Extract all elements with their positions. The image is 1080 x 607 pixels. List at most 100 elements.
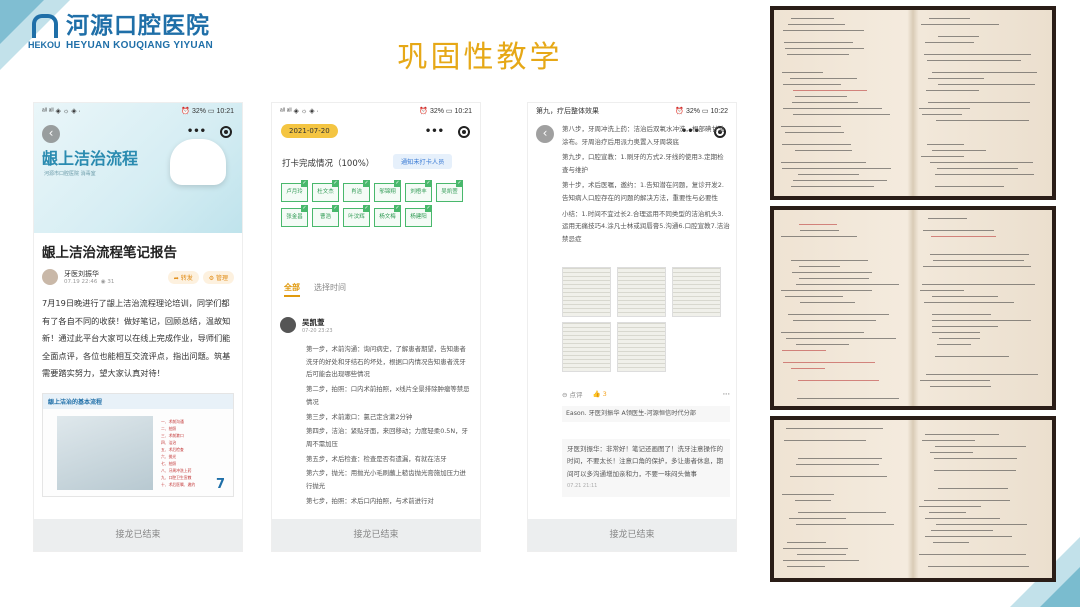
- handwriting-stroke: [934, 446, 1026, 447]
- handwriting-stroke: [936, 344, 971, 345]
- step-text: 第七步，拍照：术后口内拍照，与术前进行对: [306, 496, 434, 505]
- handwriting-stroke: [781, 126, 841, 127]
- handwriting-stroke: [924, 302, 1015, 303]
- handwriting-stroke: [938, 488, 1009, 489]
- more-menu-icon[interactable]: •••: [187, 126, 206, 137]
- member-chip[interactable]: 肖洁: [343, 180, 370, 202]
- checkin-status: 打卡完成情况（100%）: [282, 159, 375, 169]
- handwriting-stroke: [787, 566, 825, 567]
- share-button[interactable]: ➦ 转发: [167, 270, 199, 284]
- post-steps: 第一步，术前沟通：询问病史，了解患者期望，告知患者洗牙的好处和牙结石的坏处，根据…: [306, 343, 472, 509]
- close-miniapp-icon[interactable]: [220, 126, 232, 138]
- handwriting-stroke: [784, 132, 844, 133]
- comment-button[interactable]: ⊖ 点评: [562, 389, 583, 399]
- notify-unchecked-button[interactable]: 通知未打卡人员: [393, 154, 453, 169]
- attached-slide-image[interactable]: 龈上洁治的基本流程 一、术前沟通 二、拍照 三、术前漱口 四、洁治 五、术后检查 六、抛光…: [42, 392, 234, 497]
- handwriting-stroke: [938, 338, 980, 339]
- handwriting-stroke: [934, 186, 1005, 187]
- handwriting-stroke: [798, 278, 869, 279]
- note-photo-thumbnail[interactable]: [562, 322, 611, 372]
- step-text: 第四步，洁治：紧贴牙面，来回移动；力度轻柔0.5N，牙周不需加压: [306, 427, 468, 448]
- handwriting-stroke: [921, 284, 1036, 285]
- handwriting-stroke: [935, 120, 1030, 121]
- tab-select-time[interactable]: 选择时间: [314, 282, 346, 297]
- handwriting-stroke: [924, 434, 999, 435]
- reply-text: 牙医刘振华：非常好！笔记还画图了！洗牙注意操作的时间，不要太长！注意口角的保护，…: [567, 445, 723, 478]
- handwriting-stroke: [780, 236, 858, 237]
- handwriting-stroke: [782, 108, 883, 109]
- handwriting-stroke: [931, 530, 994, 531]
- like-button[interactable]: 👍 3: [593, 390, 607, 398]
- chain-ended-footer: 接龙已结束: [34, 519, 242, 551]
- handwriting-stroke: [783, 440, 866, 441]
- handwriting-stroke: [928, 218, 967, 219]
- handwriting-stroke: [799, 230, 840, 231]
- step-text: 第五步，术后检查：检查是否有遗漏，有就在洁牙: [306, 454, 447, 463]
- note-photo-thumbnail[interactable]: [672, 267, 721, 317]
- handwriting-stroke: [791, 186, 874, 187]
- avatar[interactable]: [42, 269, 58, 285]
- filter-tabs: 全部 选择时间: [284, 282, 346, 297]
- date-selector[interactable]: 2021-07-20: [281, 124, 338, 138]
- manage-button[interactable]: ⚙ 管理: [202, 270, 234, 284]
- member-chip[interactable]: 刘梧丰: [405, 180, 432, 202]
- handwriting-stroke: [798, 266, 841, 267]
- handwritten-notes-photo: [770, 206, 1056, 410]
- handwriting-stroke: [791, 102, 859, 103]
- notebook-page: [774, 10, 1052, 196]
- more-menu-icon[interactable]: •••: [425, 126, 444, 137]
- close-miniapp-icon[interactable]: [458, 126, 470, 138]
- member-chip[interactable]: 邬锦翔: [374, 180, 401, 202]
- handwriting-stroke: [792, 272, 872, 273]
- handwriting-stroke: [931, 72, 1037, 73]
- step-text: 第三步，术前漱口：氯己定含漱2分钟: [306, 412, 413, 421]
- member-chip[interactable]: 曹浩: [312, 205, 339, 227]
- handwriting-stroke: [787, 542, 827, 543]
- view-count: ◉ 31: [100, 279, 115, 285]
- handwriting-stroke: [934, 356, 1009, 357]
- handwriting-stroke: [782, 168, 891, 169]
- member-chip[interactable]: 杨文梅: [374, 205, 401, 227]
- handwriting-stroke: [791, 260, 868, 261]
- member-chip[interactable]: 吴凯萱: [436, 180, 463, 202]
- handwriting-stroke: [794, 150, 853, 151]
- notebook-page: [774, 210, 1052, 406]
- back-icon[interactable]: ‹: [536, 125, 554, 143]
- handwriting-stroke: [792, 320, 876, 321]
- member-chip[interactable]: 叶汶辉: [343, 205, 370, 227]
- handwriting-stroke: [792, 90, 867, 91]
- more-icon[interactable]: ···: [723, 390, 730, 398]
- handwriting-stroke: [788, 24, 845, 25]
- handwriting-stroke: [785, 338, 897, 339]
- handwriting-stroke: [784, 48, 864, 49]
- reply-time: 07.21 21:11: [567, 483, 598, 490]
- handwriting-stroke: [919, 554, 1026, 555]
- handwriting-stroke: [932, 260, 1024, 261]
- handwriting-stroke: [922, 440, 975, 441]
- handwriting-stroke: [937, 168, 1018, 169]
- note-photo-thumbnail[interactable]: [617, 322, 666, 372]
- chain-ended-footer: 接龙已结束: [528, 519, 736, 551]
- handwriting-stroke: [798, 512, 886, 513]
- member-chip[interactable]: 杨建阳: [405, 205, 432, 227]
- handwriting-stroke: [938, 84, 1036, 85]
- handwriting-stroke: [927, 78, 984, 79]
- note-photo-thumbnail[interactable]: [562, 267, 611, 317]
- handwriting-stroke: [930, 236, 997, 237]
- handwriting-stroke: [936, 524, 1028, 525]
- checked-in-members: 卢月玲 杜文杰 肖洁 邬锦翔 刘梧丰 吴凯萱 张金昌 曹浩 叶汶辉 杨文梅 杨建…: [281, 180, 477, 233]
- handwritten-notes-photo: [770, 416, 1056, 582]
- handwriting-stroke: [932, 326, 999, 327]
- handwriting-stroke: [929, 512, 966, 513]
- avatar[interactable]: [280, 317, 296, 333]
- member-chip[interactable]: 杜文杰: [312, 180, 339, 202]
- handwriting-stroke: [923, 54, 1031, 55]
- article-hero-banner: ᵃˡˡ ᵃˡˡ ◈ ☼ ◈ · ⏰ 32% ▭ 10:21 ‹ ••• 龈上洁治流…: [34, 103, 242, 233]
- note-photo-thumbnail[interactable]: [617, 267, 666, 317]
- handwriting-stroke: [919, 380, 990, 381]
- member-chip[interactable]: 卢月玲: [281, 180, 308, 202]
- handwriting-stroke: [929, 18, 971, 19]
- member-chip[interactable]: 张金昌: [281, 205, 308, 227]
- tab-all[interactable]: 全部: [284, 282, 300, 297]
- back-icon[interactable]: ‹: [42, 125, 60, 143]
